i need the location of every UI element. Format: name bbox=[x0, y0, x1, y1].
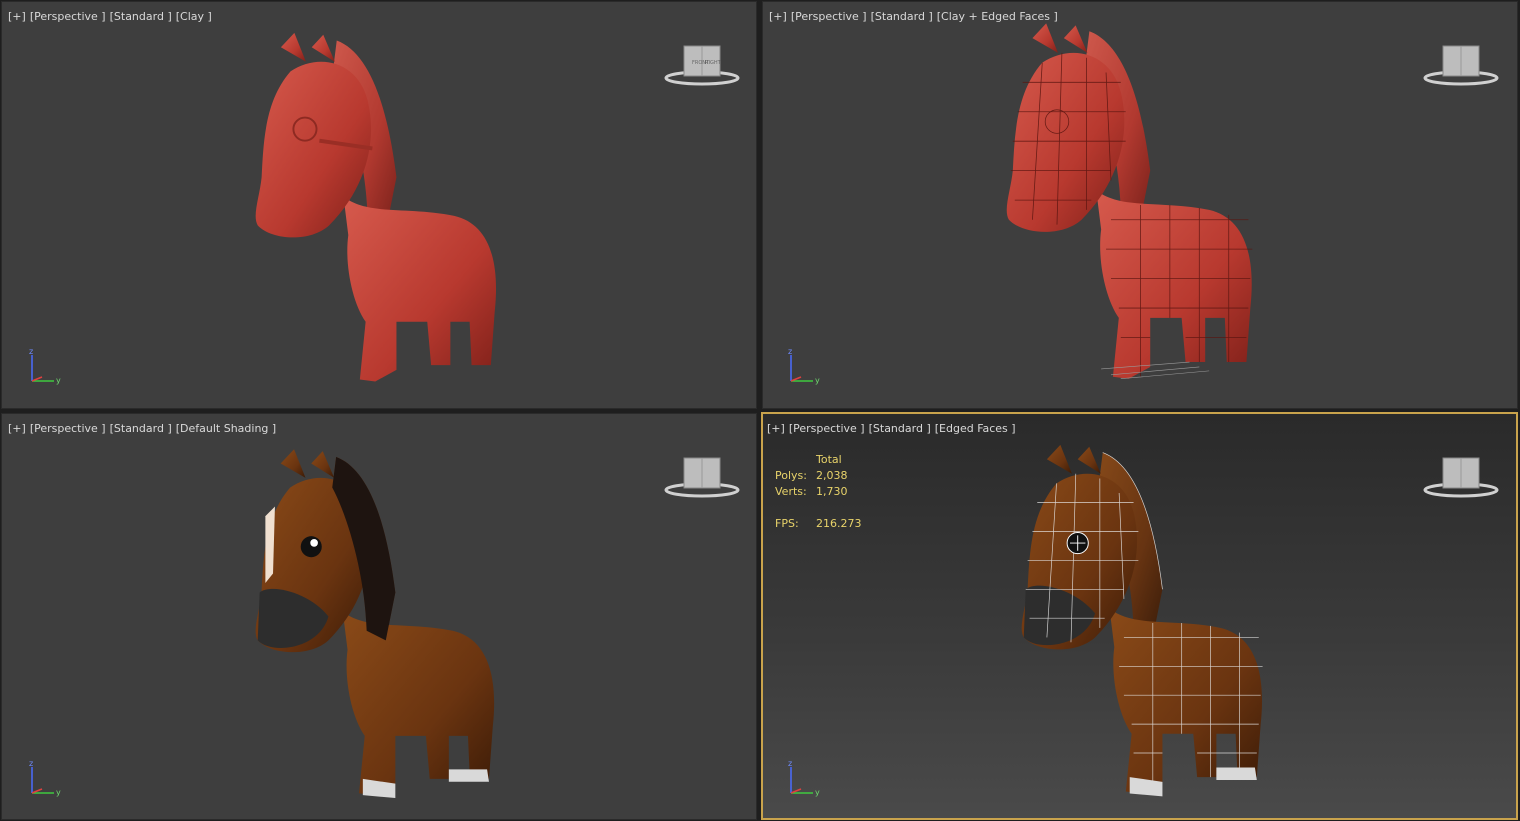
viewport-pov-menu[interactable]: [Perspective ] bbox=[30, 422, 106, 435]
stats-fps-value: 216.273 bbox=[816, 517, 862, 530]
viewport-pov-menu[interactable]: [Perspective ] bbox=[30, 10, 106, 23]
viewport-shading-menu[interactable]: [Edged Faces ] bbox=[935, 422, 1016, 435]
axis-gizmo-icon: z y bbox=[29, 347, 61, 385]
viewport-preset-menu[interactable]: [Standard ] bbox=[871, 10, 933, 23]
axis-gizmo-icon: z y bbox=[788, 759, 820, 797]
horse-model-textured[interactable] bbox=[252, 446, 510, 806]
viewport-label: [+] [Perspective ] [Standard ] [Clay ] bbox=[8, 10, 216, 23]
viewport-plus-menu[interactable]: [+] bbox=[769, 10, 787, 23]
stats-verts-value: 1,730 bbox=[816, 485, 848, 498]
viewport-preset-menu[interactable]: [Standard ] bbox=[869, 422, 931, 435]
viewport-shading-menu[interactable]: [Clay ] bbox=[176, 10, 212, 23]
horse-model-clay-edged[interactable] bbox=[1003, 20, 1268, 390]
viewport-preset-menu[interactable]: [Standard ] bbox=[110, 10, 172, 23]
viewcube-icon[interactable] bbox=[662, 452, 742, 502]
viewcube-icon[interactable] bbox=[1421, 452, 1501, 502]
stats-polys-value: 2,038 bbox=[816, 469, 848, 482]
axis-y-label: y bbox=[56, 376, 61, 385]
axis-z-label: z bbox=[29, 759, 33, 768]
viewport-plus-menu[interactable]: [+] bbox=[767, 422, 785, 435]
axis-y-label: y bbox=[815, 788, 820, 797]
axis-y-label: y bbox=[815, 376, 820, 385]
axis-y-label: y bbox=[56, 788, 61, 797]
scene-statistics: Total Polys: 2,038 Verts: 1,730 FPS: 216.27… bbox=[775, 452, 862, 532]
viewport-label: [+] [Perspective ] [Standard ] [Default Sha… bbox=[8, 422, 280, 435]
horse-model-edged-faces[interactable] bbox=[1018, 434, 1278, 812]
viewport-label: [+] [Perspective ] [Standard ] [Edged Faces… bbox=[767, 422, 1020, 435]
viewport-pov-menu[interactable]: [Perspective ] bbox=[789, 422, 865, 435]
viewport-top-right[interactable]: [+] [Perspective ] [Standard ] [Clay + Edge… bbox=[762, 1, 1518, 409]
stats-fps-label: FPS: bbox=[775, 517, 799, 530]
viewport-bottom-right-active[interactable]: [+] [Perspective ] [Standard ] [Edged Faces… bbox=[761, 412, 1518, 820]
axis-z-label: z bbox=[788, 347, 792, 356]
viewport-shading-menu[interactable]: [Default Shading ] bbox=[176, 422, 276, 435]
viewcube-icon[interactable] bbox=[1421, 40, 1501, 90]
stats-header: Total bbox=[816, 453, 842, 466]
viewcube-icon[interactable]: FRONT RIGHT bbox=[662, 40, 742, 90]
viewport-plus-menu[interactable]: [+] bbox=[8, 10, 26, 23]
viewport-bottom-left[interactable]: [+] [Perspective ] [Standard ] [Default Sha… bbox=[1, 413, 757, 820]
stats-polys-label: Polys: bbox=[775, 469, 807, 482]
viewport-plus-menu[interactable]: [+] bbox=[8, 422, 26, 435]
axis-z-label: z bbox=[788, 759, 792, 768]
horse-model-clay[interactable] bbox=[252, 30, 512, 392]
axis-z-label: z bbox=[29, 347, 33, 356]
axis-gizmo-icon: z y bbox=[29, 759, 61, 797]
viewport-top-left[interactable]: [+] [Perspective ] [Standard ] [Clay ] FRON… bbox=[1, 1, 757, 409]
viewcube-right-label: RIGHT bbox=[705, 60, 722, 66]
viewport-pov-menu[interactable]: [Perspective ] bbox=[791, 10, 867, 23]
stats-verts-label: Verts: bbox=[775, 485, 807, 498]
axis-gizmo-icon: z y bbox=[788, 347, 820, 385]
viewport-preset-menu[interactable]: [Standard ] bbox=[110, 422, 172, 435]
